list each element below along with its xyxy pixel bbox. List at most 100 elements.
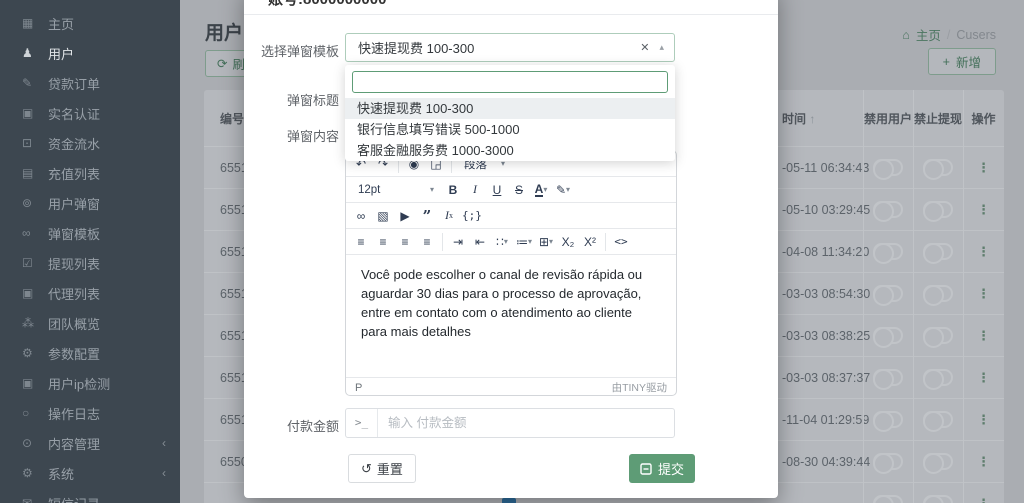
editor-content[interactable]: Você pode escolher o canal de revisão rá… bbox=[346, 255, 676, 377]
caret-down-icon: ▾ bbox=[527, 237, 532, 246]
row-actions-button[interactable]: ⋮ bbox=[963, 160, 1004, 176]
user-popup-modal: 账号:8000000000 选择弹窗模板 快速提现费 100-300 ✕ ▴ 弹… bbox=[244, 0, 778, 498]
ban-user-toggle[interactable] bbox=[873, 159, 903, 180]
indent-button[interactable]: ⇥ bbox=[447, 231, 469, 253]
pagination-active-page[interactable] bbox=[502, 498, 516, 503]
dropdown-option[interactable]: 银行信息填写错误 500-1000 bbox=[345, 119, 675, 140]
source-code-button[interactable]: <> bbox=[610, 231, 632, 253]
sidebar-item-operation-log[interactable]: ○ 操作日志 bbox=[0, 398, 180, 428]
bold-button[interactable]: B bbox=[442, 179, 464, 201]
sidebar-item-recharge-list[interactable]: ▤ 充值列表 bbox=[0, 158, 180, 188]
sidebar-item-user-popup[interactable]: ⊚ 用户弹窗 bbox=[0, 188, 180, 218]
row-actions-button[interactable]: ⋮ bbox=[963, 202, 1004, 218]
sidebar-item-fund-flow[interactable]: ⊡ 资金流水 bbox=[0, 128, 180, 158]
ban-user-toggle[interactable] bbox=[873, 243, 903, 264]
ban-user-toggle[interactable] bbox=[873, 285, 903, 306]
font-size-select[interactable]: 12pt ▾ bbox=[350, 179, 442, 201]
highlight-color-button[interactable]: ✎ ▾ bbox=[552, 179, 574, 201]
ban-withdraw-toggle[interactable] bbox=[923, 201, 953, 222]
ban-user-toggle[interactable] bbox=[873, 201, 903, 222]
chevron-left-icon: ‹ bbox=[162, 436, 166, 450]
dropdown-option[interactable]: 快速提现费 100-300 bbox=[345, 98, 675, 119]
dropdown-option[interactable]: 客服金融服务费 1000-3000 bbox=[345, 140, 675, 161]
align-left-button[interactable]: ≡ bbox=[350, 231, 372, 253]
sidebar-item-home[interactable]: ▦ 主页 bbox=[0, 8, 180, 38]
sidebar-item-loan-orders[interactable]: ✎ 贷款订单 bbox=[0, 68, 180, 98]
ban-withdraw-toggle[interactable] bbox=[923, 453, 953, 474]
row-actions-button[interactable]: ⋮ bbox=[963, 328, 1004, 344]
code-sample-button[interactable]: {;} bbox=[460, 205, 484, 227]
row-actions-button[interactable]: ⋮ bbox=[963, 370, 1004, 386]
add-button[interactable]: + 新增 bbox=[927, 48, 996, 75]
ban-withdraw-toggle[interactable] bbox=[923, 495, 953, 503]
subscript-button[interactable]: X₂ bbox=[557, 231, 579, 253]
reset-button[interactable]: ↺ 重置 bbox=[348, 454, 416, 483]
row-actions-button[interactable]: ⋮ bbox=[963, 454, 1004, 470]
sidebar-item-sms-records[interactable]: ✉短信记录 bbox=[0, 488, 180, 503]
sidebar-item-realname-auth[interactable]: ▣ 实名认证 bbox=[0, 98, 180, 128]
blockquote-button[interactable]: ” bbox=[416, 205, 438, 227]
italic-button[interactable]: I bbox=[464, 179, 486, 201]
ban-user-toggle[interactable] bbox=[873, 369, 903, 390]
header-time[interactable]: 时间 ↑ bbox=[768, 110, 863, 127]
header-ops: 操作 bbox=[971, 111, 996, 126]
ban-user-toggle[interactable] bbox=[873, 327, 903, 348]
ban-withdraw-toggle[interactable] bbox=[923, 285, 953, 306]
underline-button[interactable]: U bbox=[486, 179, 508, 201]
link-button[interactable]: ∞ bbox=[350, 205, 372, 227]
row-actions-button[interactable]: ⋮ bbox=[963, 412, 1004, 428]
breadcrumb-home[interactable]: 主页 bbox=[916, 25, 941, 44]
text-color-button[interactable]: A ▾ bbox=[530, 179, 552, 201]
cell-time: -03-03 08:54:30 bbox=[782, 286, 871, 301]
bullet-list-button[interactable]: ∷ ▾ bbox=[491, 231, 513, 253]
clear-icon[interactable]: ✕ bbox=[630, 41, 659, 54]
row-actions-button[interactable]: ⋮ bbox=[963, 244, 1004, 260]
dropdown-search-input[interactable] bbox=[352, 71, 668, 93]
media-button[interactable]: ▶ bbox=[394, 205, 416, 227]
chevron-left-icon: ‹ bbox=[162, 466, 166, 480]
numbered-list-button[interactable]: ≔ ▾ bbox=[513, 231, 535, 253]
sidebar-item-agent-list[interactable]: ▣ 代理列表 bbox=[0, 278, 180, 308]
caret-down-icon: ▾ bbox=[543, 185, 548, 194]
sidebar-item-withdraw-list[interactable]: ☑ 提现列表 bbox=[0, 248, 180, 278]
align-right-button[interactable]: ≡ bbox=[394, 231, 416, 253]
signature-icon: ✎ bbox=[22, 76, 33, 90]
check-square-icon: ☑ bbox=[22, 256, 33, 270]
ban-user-toggle[interactable] bbox=[873, 495, 903, 503]
align-justify-button[interactable]: ≡ bbox=[416, 231, 438, 253]
sidebar-item-user-ip-check[interactable]: ▣ 用户ip检测 bbox=[0, 368, 180, 398]
template-label: 选择弹窗模板 bbox=[260, 44, 339, 59]
row-actions-button[interactable]: ⋮ bbox=[963, 286, 1004, 302]
image-button[interactable]: ▧ bbox=[372, 205, 394, 227]
cogs-icon: ⚙ bbox=[22, 346, 33, 360]
ban-withdraw-toggle[interactable] bbox=[923, 327, 953, 348]
table-button[interactable]: ⊞ ▾ bbox=[535, 231, 557, 253]
submit-button[interactable]: 提交 bbox=[629, 454, 696, 483]
ban-withdraw-toggle[interactable] bbox=[923, 369, 953, 390]
template-select[interactable]: 快速提现费 100-300 ✕ ▴ bbox=[345, 33, 675, 62]
sidebar-item-popup-template[interactable]: ∞ 弹窗模板 bbox=[0, 218, 180, 248]
sidebar-item-team-overview[interactable]: ⁂ 团队概览 bbox=[0, 308, 180, 338]
sidebar-item-content-mgmt[interactable]: ⊙ 内容管理 ‹ bbox=[0, 428, 180, 458]
ban-withdraw-toggle[interactable] bbox=[923, 411, 953, 432]
sidebar-item-users[interactable]: ♟ 用户 bbox=[0, 38, 180, 68]
ban-withdraw-toggle[interactable] bbox=[923, 243, 953, 264]
team-icon: ⁂ bbox=[22, 316, 34, 330]
terminal-prompt-icon: >_ bbox=[346, 409, 378, 437]
ban-user-toggle[interactable] bbox=[873, 453, 903, 474]
sidebar-item-param-config[interactable]: ⚙ 参数配置 bbox=[0, 338, 180, 368]
caret-down-icon: ▾ bbox=[503, 237, 508, 246]
id-card-icon: ▣ bbox=[22, 106, 34, 120]
clear-format-button[interactable]: Ix bbox=[438, 205, 460, 227]
row-actions-button[interactable]: ⋮ bbox=[963, 496, 1004, 503]
ban-withdraw-toggle[interactable] bbox=[923, 159, 953, 180]
amount-input[interactable] bbox=[378, 416, 674, 430]
sidebar-item-system[interactable]: ⚙ 系统 ‹ bbox=[0, 458, 180, 488]
superscript-button[interactable]: X² bbox=[579, 231, 601, 253]
outdent-button[interactable]: ⇤ bbox=[469, 231, 491, 253]
align-center-button[interactable]: ≡ bbox=[372, 231, 394, 253]
column-divider bbox=[963, 90, 964, 503]
caret-up-icon: ▴ bbox=[659, 42, 664, 52]
strikethrough-button[interactable]: S bbox=[508, 179, 530, 201]
ban-user-toggle[interactable] bbox=[873, 411, 903, 432]
